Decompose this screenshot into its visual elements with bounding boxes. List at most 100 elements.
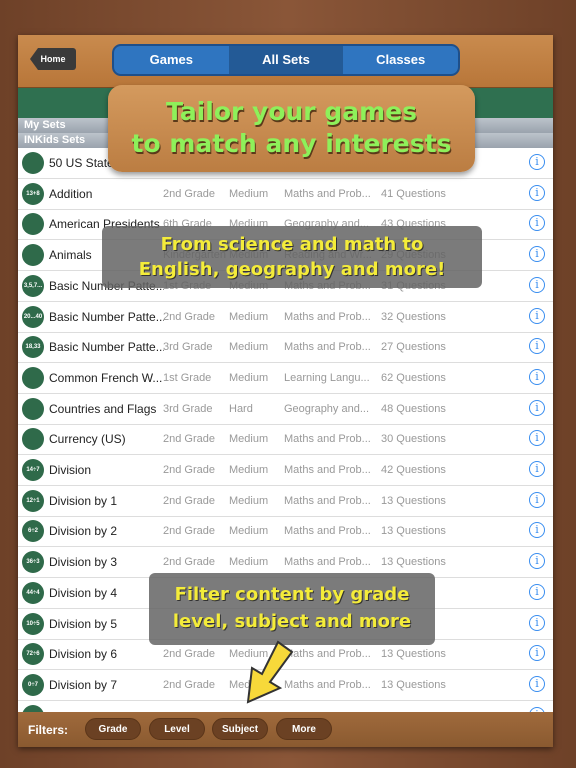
info-icon[interactable]: i xyxy=(529,338,545,355)
set-subject: Maths and Prob... xyxy=(284,556,371,569)
set-questions: 62 Questions xyxy=(381,371,446,384)
promo-banner: Filter content by grade level, subject a… xyxy=(149,573,435,645)
set-name: Division by 3 xyxy=(49,555,118,570)
info-icon[interactable]: i xyxy=(529,430,545,447)
list-item[interactable]: 20...40 Basic Number Patte... 2nd Grade … xyxy=(18,302,553,333)
list-item[interactable]: Countries and Flags 3rd Grade Hard Geogr… xyxy=(18,394,553,425)
filter-level-button[interactable]: Level xyxy=(149,718,205,740)
set-questions: 41 Questions xyxy=(381,187,446,200)
set-level: Medium xyxy=(229,464,269,476)
set-subject: Maths and Prob... xyxy=(284,433,371,446)
set-icon: 44÷4 xyxy=(22,581,44,604)
list-item[interactable]: Common French W... 1st Grade Medium Lear… xyxy=(18,363,553,394)
set-subject: Maths and Prob... xyxy=(284,341,371,354)
set-icon: 6÷2 xyxy=(22,520,44,543)
info-icon[interactable]: i xyxy=(529,461,545,477)
set-subject: Geography and... xyxy=(284,402,370,415)
set-grade: 3rd Grade xyxy=(163,341,213,354)
info-icon[interactable]: i xyxy=(529,614,545,631)
banner-line: English, geography and more! xyxy=(138,259,446,280)
set-icon: 12÷1 xyxy=(22,489,44,512)
list-item[interactable]: 6÷2 Division by 2 2nd Grade Medium Maths… xyxy=(18,516,553,548)
tab-bar: Games All Sets Classes xyxy=(112,44,460,76)
set-level: Medium xyxy=(229,371,269,384)
set-icon: 72÷6 xyxy=(22,643,44,666)
set-level: Medium xyxy=(229,494,269,507)
filter-more-button[interactable]: More xyxy=(276,718,332,740)
set-grade: 2nd Grade xyxy=(163,556,215,569)
filter-bar: Filters: Grade Level Subject More xyxy=(18,712,553,747)
list-item[interactable]: 12÷1 Division by 1 2nd Grade Medium Math… xyxy=(18,486,553,517)
set-grade: 2nd Grade xyxy=(163,525,215,538)
set-name: Division by 7 xyxy=(49,677,118,692)
set-subject: Maths and Prob... xyxy=(284,310,371,323)
set-icon: 18,33 xyxy=(22,336,44,359)
set-questions: 48 Questions xyxy=(381,402,446,415)
set-questions: 13 Questions xyxy=(381,525,446,538)
tab-classes[interactable]: Classes xyxy=(343,46,458,74)
set-grade: 1st Grade xyxy=(163,371,212,384)
banner-line: From science and math to xyxy=(160,234,424,255)
set-icon: 14÷7 xyxy=(22,459,44,481)
set-name: Division xyxy=(49,463,92,477)
filter-subject-button[interactable]: Subject xyxy=(212,718,268,740)
set-grade: 2nd Grade xyxy=(163,433,215,446)
info-icon[interactable]: i xyxy=(529,215,545,232)
list-item[interactable]: 18,33 Basic Number Patte... 3rd Grade Me… xyxy=(18,332,553,364)
list-item[interactable]: 13+8 Addition 2nd Grade Medium Maths and… xyxy=(18,179,553,210)
set-subject: Maths and Prob... xyxy=(284,525,371,538)
info-icon[interactable]: i xyxy=(529,675,545,692)
set-name: Addition xyxy=(49,186,93,201)
set-icon xyxy=(22,397,44,420)
set-level: Medium xyxy=(229,187,269,200)
set-subject: Maths and Prob... xyxy=(284,494,371,507)
set-icon: 13+8 xyxy=(22,182,44,205)
tab-games[interactable]: Games xyxy=(114,46,229,74)
set-icon xyxy=(22,152,44,174)
info-icon[interactable]: i xyxy=(529,276,545,293)
set-grade: 2nd Grade xyxy=(163,310,215,323)
info-icon[interactable]: i xyxy=(529,184,545,201)
home-button[interactable]: Home xyxy=(30,48,76,70)
callout-line: to match any interests xyxy=(131,129,452,158)
set-icon: 0÷7 xyxy=(22,673,44,696)
set-level: Medium xyxy=(229,556,269,569)
info-icon[interactable]: i xyxy=(529,307,545,324)
list-item[interactable]: 14÷7 Division 2nd Grade Medium Maths and… xyxy=(18,455,553,486)
set-grade: 2nd Grade xyxy=(163,678,215,691)
info-icon[interactable]: i xyxy=(529,491,545,508)
list-item[interactable]: Currency (US) 2nd Grade Medium Maths and… xyxy=(18,424,553,456)
set-questions: 27 Questions xyxy=(381,341,446,354)
set-name: Basic Number Patte... xyxy=(49,340,164,355)
info-icon[interactable]: i xyxy=(529,246,545,263)
info-icon[interactable]: i xyxy=(529,154,545,170)
set-subject: Maths and Prob... xyxy=(284,464,371,476)
set-questions: 13 Questions xyxy=(381,648,446,661)
set-icon xyxy=(22,244,44,267)
tab-all-sets[interactable]: All Sets xyxy=(228,46,344,74)
set-level: Hard xyxy=(229,402,253,415)
set-level: Medium xyxy=(229,525,269,538)
set-grade: 2nd Grade xyxy=(163,187,215,200)
info-icon[interactable]: i xyxy=(529,645,545,662)
set-name: Countries and Flags xyxy=(49,401,157,416)
set-icon: 20...40 xyxy=(22,305,44,328)
filter-grade-button[interactable]: Grade xyxy=(85,718,141,740)
set-name: Common French W... xyxy=(49,370,163,385)
set-subject: Learning Langu... xyxy=(284,371,370,384)
info-icon[interactable]: i xyxy=(529,553,545,570)
info-icon[interactable]: i xyxy=(529,368,545,385)
set-grade: 3rd Grade xyxy=(163,402,213,415)
set-name: Division by 6 xyxy=(49,647,118,662)
set-icon: 10÷5 xyxy=(22,612,44,635)
set-icon xyxy=(22,366,44,389)
set-icon xyxy=(22,213,44,236)
info-icon[interactable]: i xyxy=(529,399,545,416)
set-name: Division by 1 xyxy=(49,493,118,508)
set-questions: 32 Questions xyxy=(381,310,446,323)
info-icon[interactable]: i xyxy=(529,583,545,600)
callout-line: Tailor your games xyxy=(165,97,417,126)
set-questions: 13 Questions xyxy=(381,678,446,691)
info-icon[interactable]: i xyxy=(529,522,545,539)
set-questions: 13 Questions xyxy=(381,494,446,507)
